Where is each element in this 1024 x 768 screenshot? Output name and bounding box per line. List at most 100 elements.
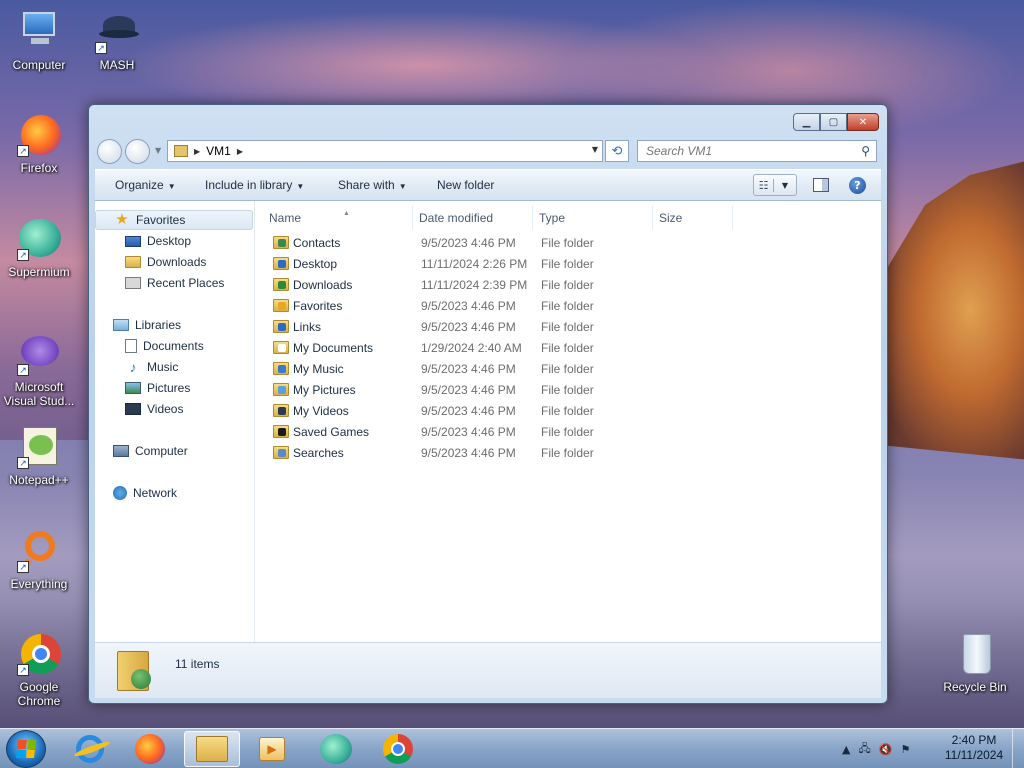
desktop-icon-everything[interactable]: ↗ Everything <box>0 529 78 591</box>
desktop-icon-visual-studio[interactable]: ↗ Microsoft Visual Stud... <box>0 332 78 408</box>
include-in-library-button[interactable]: Include in library ▼ <box>205 178 304 192</box>
nav-label: Downloads <box>147 255 207 269</box>
file-row[interactable]: Contacts 9/5/2023 4:46 PM File folder <box>265 233 865 254</box>
breadcrumb-vm1[interactable]: VM1 <box>206 144 231 158</box>
desktop-icon-firefox[interactable]: ↗ Firefox <box>0 113 78 175</box>
forward-button[interactable] <box>125 139 150 164</box>
desktop-icon-computer[interactable]: Computer <box>0 10 78 72</box>
item-count: 11 items <box>175 657 220 671</box>
nav-desktop[interactable]: Desktop <box>95 231 253 251</box>
maximize-button[interactable]: ▢ <box>820 113 847 131</box>
details-pane: 11 items <box>95 642 881 698</box>
file-row[interactable]: Links 9/5/2023 4:46 PM File folder <box>265 317 865 338</box>
organize-button[interactable]: Organize ▼ <box>115 178 176 192</box>
file-row[interactable]: Saved Games 9/5/2023 4:46 PM File folder <box>265 422 865 443</box>
firefox-icon <box>135 734 165 764</box>
folder-overlay-icon <box>278 449 286 457</box>
show-hidden-icons-icon[interactable]: ▲ <box>842 743 850 756</box>
column-header-name[interactable]: ▲ Name <box>263 206 413 230</box>
navigation-row: ▼ ▶ VM1 ▶ ▼ ⟲ ⚲ <box>97 138 879 164</box>
file-row[interactable]: Favorites 9/5/2023 4:46 PM File folder <box>265 296 865 317</box>
chevron-right-icon[interactable]: ▶ <box>194 147 200 156</box>
desktop-icon-mash[interactable]: ↗ MASH <box>78 10 156 72</box>
chrome-icon <box>383 734 413 764</box>
desktop-icon-notepadpp[interactable]: ↗ Notepad++ <box>0 425 78 487</box>
nav-label: Network <box>133 486 178 500</box>
desktop-icon-supermium[interactable]: ↗ Supermium <box>0 217 78 279</box>
desktop-icon-label: Firefox <box>20 161 58 175</box>
new-folder-button[interactable]: New folder <box>437 178 494 192</box>
taskbar-media-player[interactable]: ▶ <box>244 731 300 767</box>
network-status-icon[interactable]: 🖧 <box>858 740 870 759</box>
back-button[interactable] <box>97 139 122 164</box>
nav-libraries[interactable]: Libraries <box>95 315 253 335</box>
nav-downloads[interactable]: Downloads <box>95 252 253 272</box>
desktop-icon-label: MASH <box>99 58 135 72</box>
file-date-modified: 9/5/2023 4:46 PM <box>421 299 516 313</box>
file-row[interactable]: My Videos 9/5/2023 4:46 PM File folder <box>265 401 865 422</box>
start-button[interactable] <box>6 730 46 768</box>
desktop-icon-label: Google Chrome <box>17 680 61 708</box>
volume-muted-icon[interactable]: 🔇 <box>879 743 893 756</box>
minimize-button[interactable]: ▁ <box>793 113 820 131</box>
documents-icon <box>125 339 137 353</box>
file-type: File folder <box>541 299 594 313</box>
file-row[interactable]: Desktop 11/11/2024 2:26 PM File folder <box>265 254 865 275</box>
caret-down-icon: ▼ <box>296 182 305 191</box>
show-desktop-button[interactable] <box>1012 729 1024 768</box>
nav-pictures[interactable]: Pictures <box>95 378 253 398</box>
nav-favorites[interactable]: ★ Favorites <box>95 210 253 230</box>
file-name: Desktop <box>293 257 338 271</box>
clock[interactable]: 2:40 PM 11/11/2024 <box>934 733 1014 763</box>
caret-down-icon: ▼ <box>398 182 407 191</box>
file-row[interactable]: Downloads 11/11/2024 2:39 PM File folder <box>265 275 865 296</box>
file-row[interactable]: My Music 9/5/2023 4:46 PM File folder <box>265 359 865 380</box>
search-box[interactable]: ⚲ <box>637 140 877 162</box>
taskbar-supermium[interactable] <box>308 731 364 767</box>
column-header-type[interactable]: Type <box>533 206 653 230</box>
taskbar-chrome[interactable] <box>370 731 426 767</box>
desktop-icon-recycle-bin[interactable]: Recycle Bin <box>936 632 1014 694</box>
action-center-flag-icon[interactable]: ⚑ <box>900 743 910 756</box>
refresh-button[interactable]: ⟲ <box>605 140 629 162</box>
taskbar-firefox[interactable] <box>122 731 178 767</box>
file-row[interactable]: My Pictures 9/5/2023 4:46 PM File folder <box>265 380 865 401</box>
recent-pages-dropdown[interactable]: ▼ <box>155 146 161 155</box>
file-date-modified: 9/5/2023 4:46 PM <box>421 320 516 334</box>
close-button[interactable]: ✕ <box>847 113 879 131</box>
caret-down-icon[interactable]: ▼ <box>774 181 796 190</box>
file-row[interactable]: Searches 9/5/2023 4:46 PM File folder <box>265 443 865 464</box>
preview-pane-icon[interactable] <box>813 178 829 192</box>
file-name: Searches <box>293 446 344 460</box>
nav-music[interactable]: ♪ Music <box>95 357 253 377</box>
search-icon[interactable]: ⚲ <box>861 144 870 158</box>
nav-label: Favorites <box>136 213 186 227</box>
desktop-icon-label: Computer <box>12 58 66 72</box>
address-bar[interactable]: ▶ VM1 ▶ ▼ <box>167 140 603 162</box>
address-dropdown-icon[interactable]: ▼ <box>592 145 598 154</box>
share-with-button[interactable]: Share with ▼ <box>338 178 407 192</box>
help-icon[interactable]: ? <box>849 177 866 194</box>
nav-recent-places[interactable]: Recent Places <box>95 273 253 293</box>
search-input[interactable] <box>646 144 856 158</box>
change-view-button[interactable]: ☷ ▼ <box>753 174 797 196</box>
column-header-size[interactable]: Size <box>653 206 733 230</box>
file-list: ▲ Name Date modified Type Size Contacts 9… <box>255 201 881 642</box>
taskbar-windows-explorer[interactable] <box>184 731 240 767</box>
desktop-icon-google-chrome[interactable]: ↗ Google Chrome <box>0 632 78 708</box>
nav-computer[interactable]: Computer <box>95 441 253 461</box>
chevron-right-icon[interactable]: ▶ <box>237 147 243 156</box>
command-bar: Organize ▼ Include in library ▼ Share with… <box>95 169 881 201</box>
taskbar-internet-explorer[interactable] <box>62 731 118 767</box>
nav-videos[interactable]: Videos <box>95 399 253 419</box>
column-header-label: Date modified <box>419 211 494 225</box>
nav-network[interactable]: Network <box>95 483 253 503</box>
column-header-date-modified[interactable]: Date modified <box>413 206 533 230</box>
nav-documents[interactable]: Documents <box>95 336 253 356</box>
file-row[interactable]: My Documents 1/29/2024 2:40 AM File folder <box>265 338 865 359</box>
folder-overlay-icon <box>278 260 286 268</box>
folder-icon <box>273 278 289 291</box>
organize-label: Organize <box>115 178 164 192</box>
libraries-icon <box>113 319 129 331</box>
folder-overlay-icon <box>278 344 286 352</box>
